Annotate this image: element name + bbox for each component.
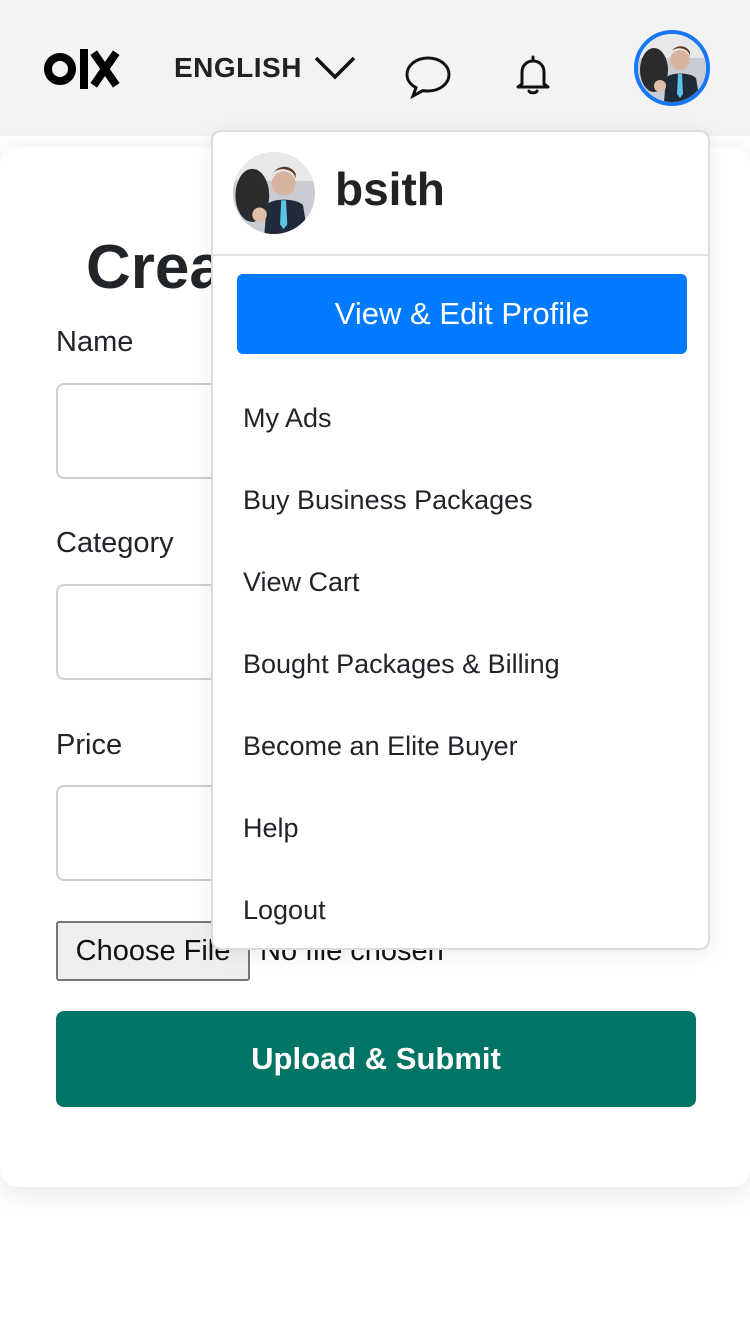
menu-item-buy-business-packages[interactable]: Buy Business Packages: [213, 459, 708, 541]
top-bar: ENGLISH: [0, 0, 750, 136]
dropdown-username: bsith: [335, 163, 445, 215]
chat-icon[interactable]: [404, 54, 452, 100]
olx-logo[interactable]: [44, 46, 132, 92]
upload-submit-button[interactable]: Upload & Submit: [56, 1011, 696, 1107]
menu-item-view-cart[interactable]: View Cart: [213, 541, 708, 623]
category-label: Category: [56, 527, 174, 559]
menu-item-logout[interactable]: Logout: [213, 869, 708, 951]
profile-dropdown: bsith View & Edit Profile My Ads Buy Bus…: [211, 130, 710, 950]
avatar-photo: [638, 34, 706, 102]
view-edit-profile-button[interactable]: View & Edit Profile: [237, 274, 687, 354]
price-label: Price: [56, 729, 123, 761]
language-selector[interactable]: ENGLISH: [174, 52, 356, 84]
menu-item-help[interactable]: Help: [213, 787, 708, 869]
user-avatar[interactable]: [634, 30, 710, 106]
name-label: Name: [56, 326, 134, 358]
dropdown-avatar: [233, 152, 315, 234]
dropdown-menu-list: My Ads Buy Business Packages View Cart B…: [213, 377, 708, 951]
chevron-down-icon: [314, 56, 356, 80]
menu-item-my-ads[interactable]: My Ads: [213, 377, 708, 459]
menu-item-bought-packages-billing[interactable]: Bought Packages & Billing: [213, 623, 708, 705]
menu-item-become-elite-buyer[interactable]: Become an Elite Buyer: [213, 705, 708, 787]
bell-icon[interactable]: [514, 54, 552, 96]
avatar-photo: [233, 152, 315, 234]
language-label: ENGLISH: [174, 52, 302, 83]
dropdown-header: bsith: [213, 132, 708, 256]
